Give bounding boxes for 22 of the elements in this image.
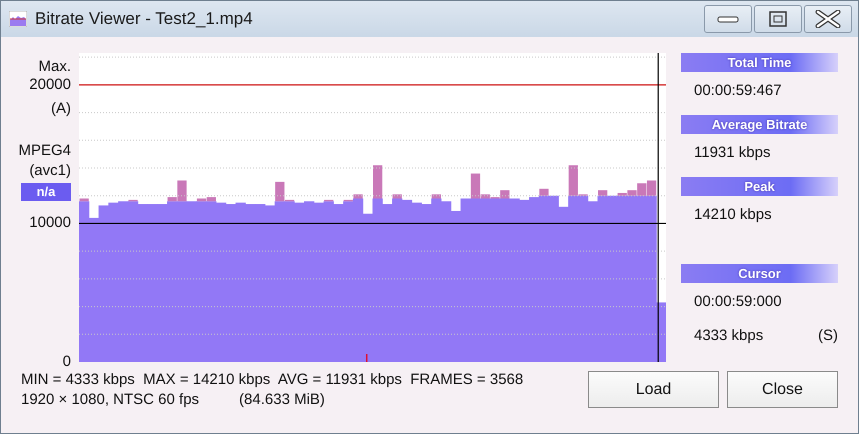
file-size: (84.633 MiB) [239, 390, 325, 410]
codec-label: MPEG4 [18, 141, 71, 161]
codec-tag-label: (avc1) [29, 161, 71, 181]
y-tick-label: 10000 [29, 213, 71, 234]
section-header: Peak [681, 177, 838, 196]
mode-indicator: (S) [818, 327, 838, 344]
section-value: 14210 kbps [694, 206, 772, 223]
section-header: Cursor [681, 264, 838, 283]
section-value: 11931 kbps [694, 144, 770, 161]
section-value: 00:00:59:000 [694, 293, 782, 310]
section-value: 00:00:59:467 [694, 82, 782, 99]
window-title: Bitrate Viewer - Test2_1.mp4 [35, 9, 253, 29]
status-badge: n/a [21, 183, 71, 201]
y-tick-label: 20000 [29, 74, 71, 95]
section-header: Total Time [681, 53, 838, 72]
section-header: Average Bitrate [681, 115, 838, 134]
summary-stats: MIN = 4333 kbps MAX = 14210 kbps AVG = 11931 kbps FRAMES = 3568 [21, 370, 524, 390]
y-tick-label: 0 [62, 352, 71, 372]
section-value: 4333 kbps [694, 327, 764, 344]
mode-label: (A) [51, 99, 71, 119]
video-format: 1920 × 1080, NTSC 60 fps [21, 390, 200, 410]
max-label: Max. [38, 57, 71, 77]
